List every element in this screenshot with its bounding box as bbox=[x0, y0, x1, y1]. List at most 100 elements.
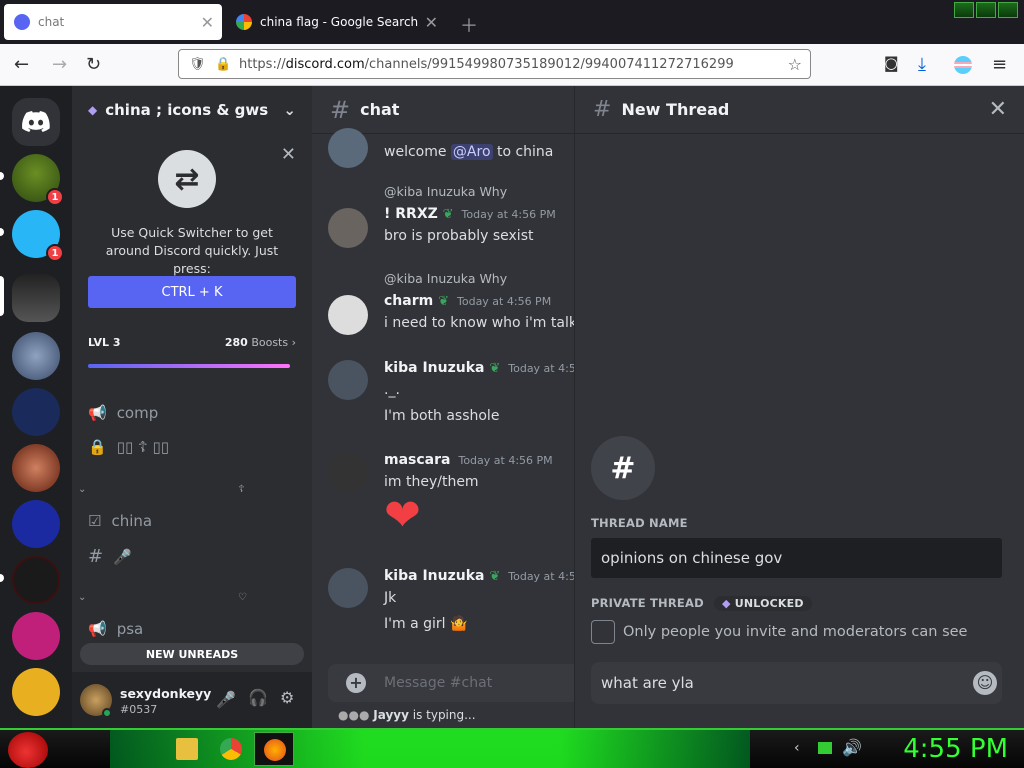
server-turtle[interactable]: 1 bbox=[12, 154, 64, 206]
unread-pill bbox=[0, 228, 4, 236]
file-explorer-icon[interactable] bbox=[176, 738, 198, 760]
server-alien[interactable] bbox=[12, 332, 60, 380]
discord-app: 1 1 ◆ china ; icons & gws ⌄ ✕ ⇄ Use Quic… bbox=[0, 86, 1024, 728]
reply-reference[interactable]: @kiba Inuzuka Why bbox=[384, 271, 507, 286]
maximize-button[interactable] bbox=[976, 2, 996, 18]
close-icon[interactable]: ✕ bbox=[989, 97, 1007, 122]
online-status-icon bbox=[102, 708, 112, 718]
message-header: kiba Inuzuka ❦ Today at 4:56 I bbox=[384, 360, 574, 376]
chat-pane: # chat welcome @Aro to china @kiba Inuzu… bbox=[312, 86, 574, 728]
server-gold-silver[interactable] bbox=[12, 388, 60, 436]
url-bar[interactable]: 🛡 🔒 https://discord.com/channels/9915499… bbox=[178, 49, 811, 79]
back-icon[interactable]: ← bbox=[14, 54, 29, 75]
avatar bbox=[328, 128, 368, 168]
firefox-taskbar-button[interactable] bbox=[254, 732, 294, 766]
volume-icon[interactable]: 🔊 bbox=[842, 738, 862, 757]
message-text: Jk bbox=[384, 590, 397, 606]
channel-psa[interactable]: 📢 psa bbox=[88, 620, 143, 638]
forward-icon[interactable]: → bbox=[52, 54, 67, 75]
download-icon[interactable]: ⤓ bbox=[918, 54, 926, 75]
unlocked-badge: ◆ UNLOCKED bbox=[714, 596, 812, 611]
new-unreads-banner[interactable]: NEW UNREADS bbox=[80, 643, 304, 665]
reload-icon[interactable]: ↻ bbox=[86, 54, 101, 75]
reply-reference[interactable]: @kiba Inuzuka Why bbox=[384, 184, 507, 199]
close-icon[interactable]: ✕ bbox=[281, 144, 296, 165]
server-china-icons[interactable] bbox=[12, 274, 60, 322]
server-face[interactable] bbox=[12, 444, 60, 492]
user-mention[interactable]: @Aro bbox=[450, 144, 493, 160]
emoji-picker-icon[interactable]: ☺ bbox=[973, 671, 997, 695]
private-thread-label: PRIVATE THREAD ◆ UNLOCKED bbox=[591, 596, 812, 611]
channel-title: chat bbox=[360, 100, 400, 119]
message-text: i need to know who i'm talkin bbox=[384, 315, 574, 331]
quick-switcher-key-button[interactable]: CTRL + K bbox=[88, 276, 296, 308]
message[interactable]: @kiba Inuzuka Why ! RRXZ ❦ Today at 4:56 … bbox=[328, 184, 574, 254]
category-chevron-icon[interactable]: ⌄ bbox=[78, 592, 86, 603]
network-icon[interactable] bbox=[818, 742, 832, 754]
message[interactable]: kiba Inuzuka ❦ Today at 4:56 I Jk I'm a g… bbox=[328, 568, 574, 638]
add-attachment-icon[interactable]: + bbox=[346, 673, 366, 693]
unread-pill bbox=[0, 574, 4, 582]
shield-icon[interactable]: 🛡 bbox=[189, 57, 206, 72]
microphone-icon: 🎤 bbox=[113, 547, 132, 566]
message[interactable]: kiba Inuzuka ❦ Today at 4:56 I ._. I'm bo… bbox=[328, 360, 574, 430]
server-rail: 1 1 bbox=[0, 86, 72, 728]
channel-comp[interactable]: 📢 comp bbox=[88, 404, 158, 422]
category-chevron-icon[interactable]: ⌄ bbox=[78, 484, 86, 495]
thread-name-input[interactable]: opinions on chinese gov bbox=[591, 538, 1002, 578]
message[interactable]: mascara Today at 4:56 PM im they/them ❤ bbox=[328, 452, 574, 542]
thread-header: # New Thread ✕ bbox=[575, 86, 1024, 134]
server-gold-coin[interactable] bbox=[12, 668, 60, 716]
server-header[interactable]: ◆ china ; icons & gws ⌄ bbox=[72, 86, 312, 134]
chat-header: # chat bbox=[312, 86, 574, 134]
message-text: ._. bbox=[384, 382, 400, 398]
taskbar-clock[interactable]: 4:55 PM bbox=[903, 734, 1008, 764]
tab-google[interactable]: china flag - Google Search ✕ bbox=[226, 4, 446, 40]
private-thread-checkbox[interactable] bbox=[591, 620, 615, 644]
minimize-button[interactable] bbox=[954, 2, 974, 18]
quick-switcher-text: Use Quick Switcher to get around Discord… bbox=[105, 225, 279, 276]
close-icon[interactable]: ✕ bbox=[425, 13, 438, 32]
start-button-angry-bird-icon[interactable] bbox=[8, 732, 48, 768]
leaf-badge-icon: ❦ bbox=[489, 569, 501, 584]
tab-title: chat bbox=[38, 15, 65, 29]
bookmark-star-icon[interactable]: ☆ bbox=[788, 55, 802, 74]
thread-message-input[interactable]: what are yla bbox=[591, 662, 1002, 704]
taskbar-glow bbox=[110, 730, 750, 768]
mute-microphone-icon[interactable]: 🎤 bbox=[216, 690, 236, 709]
lock-icon[interactable]: 🔒 bbox=[215, 57, 231, 72]
channel-name: comp bbox=[116, 404, 159, 422]
account-avatar-icon[interactable] bbox=[954, 56, 972, 74]
leaf-badge-icon: ❦ bbox=[442, 207, 454, 222]
user-tag: #0537 bbox=[120, 703, 158, 716]
close-icon[interactable]: ✕ bbox=[201, 13, 214, 32]
browser-nav-bar: ← → ↻ 🛡 🔒 https://discord.com/channels/9… bbox=[0, 44, 1024, 86]
server-valorant[interactable] bbox=[12, 556, 60, 604]
chrome-icon[interactable] bbox=[220, 738, 242, 760]
gear-icon[interactable]: ⚙ bbox=[280, 688, 294, 707]
channel-mic[interactable]: # 🎤 bbox=[88, 546, 132, 567]
google-favicon-icon bbox=[236, 14, 252, 30]
channel-locked[interactable]: 🔒 ▯▯ ☦ ▯▯ bbox=[88, 438, 169, 456]
tab-discord[interactable]: chat ✕ bbox=[4, 4, 222, 40]
server-blue-face[interactable]: 1 bbox=[12, 210, 64, 262]
chevron-down-icon[interactable]: ⌄ bbox=[283, 101, 296, 119]
tray-chevron-icon[interactable]: ‹ bbox=[794, 740, 800, 756]
menu-icon[interactable]: ≡ bbox=[992, 54, 1007, 75]
server-level[interactable]: LVL 3 280 Boosts › bbox=[88, 336, 296, 349]
timestamp: Today at 4:56 PM bbox=[458, 454, 553, 467]
category-cross-icon: ☦ bbox=[238, 484, 245, 495]
headphones-icon[interactable]: 🎧 bbox=[248, 688, 268, 707]
channel-china[interactable]: ☑ china bbox=[88, 512, 152, 530]
discord-home-button[interactable] bbox=[12, 98, 60, 146]
channel-name: psa bbox=[116, 620, 144, 638]
author-name: kiba Inuzuka bbox=[384, 360, 485, 376]
server-monopoly[interactable] bbox=[12, 500, 60, 548]
server-retro-dev[interactable] bbox=[12, 612, 60, 660]
new-tab-icon[interactable]: ＋ bbox=[460, 12, 478, 38]
message[interactable]: @kiba Inuzuka Why charm ❦ Today at 4:56 P… bbox=[328, 271, 574, 341]
pocket-icon[interactable]: ◙ bbox=[884, 54, 899, 72]
close-window-button[interactable] bbox=[998, 2, 1018, 18]
message[interactable]: welcome @Aro to china bbox=[328, 128, 574, 168]
typing-dots-icon: ●●● bbox=[338, 708, 370, 722]
